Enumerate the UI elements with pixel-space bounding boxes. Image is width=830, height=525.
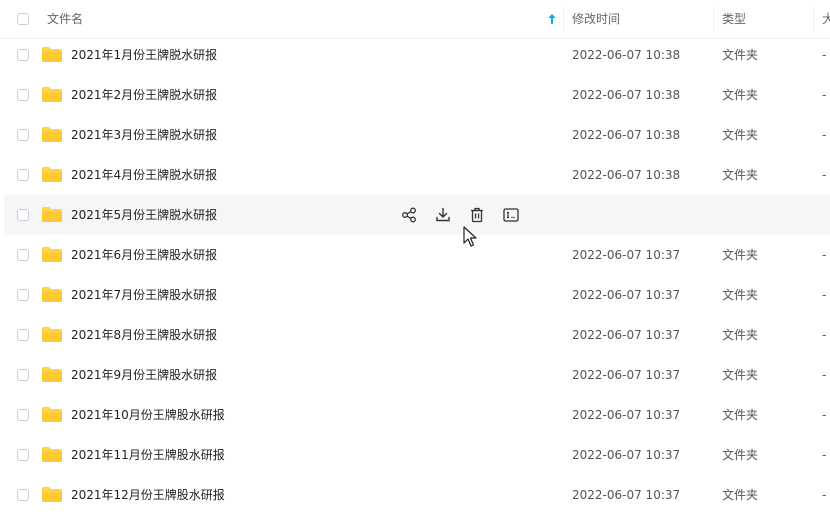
row-checkbox[interactable] [17,449,29,461]
file-size: - [822,168,827,182]
row-checkbox[interactable] [17,169,29,181]
row-checkbox[interactable] [17,89,29,101]
modified-time: 2022-06-07 10:38 [572,128,681,142]
folder-icon [41,286,63,303]
row-checkbox[interactable] [17,209,29,221]
folder-icon [41,406,63,423]
column-name-header[interactable]: 文件名 [47,0,83,38]
modified-time: 2022-06-07 10:38 [572,48,681,62]
file-name[interactable]: 2021年1月份王牌脱水研报 [71,35,217,75]
file-type: 文件夹 [722,288,759,302]
file-type: 文件夹 [722,448,759,462]
folder-icon [41,366,63,383]
table-row[interactable]: 2021年3月份王牌脱水研报 2022-06-07 10:38 文件夹 - [4,115,830,155]
file-name[interactable]: 2021年7月份王牌股水研报 [71,275,217,315]
column-divider[interactable] [563,6,564,32]
file-name[interactable]: 2021年4月份王牌脱水研报 [71,155,217,195]
folder-icon [41,486,63,503]
table-row[interactable]: 2021年12月份王牌股水研报 2022-06-07 10:37 文件夹 - [4,475,830,515]
table-row[interactable]: 2021年4月份王牌脱水研报 2022-06-07 10:38 文件夹 - [4,155,830,195]
file-size: - [822,368,827,382]
file-size: - [822,248,827,262]
column-divider[interactable] [713,6,714,32]
download-icon[interactable] [434,206,452,224]
column-size-header[interactable]: 大 [822,0,830,38]
file-name[interactable]: 2021年11月份王牌股水研报 [71,435,225,475]
folder-icon [41,206,63,223]
file-size: - [822,288,827,302]
file-name[interactable]: 2021年9月份王牌股水研报 [71,355,217,395]
file-type: 文件夹 [722,128,759,142]
row-checkbox[interactable] [17,489,29,501]
table-row[interactable]: 2021年7月份王牌股水研报 2022-06-07 10:37 文件夹 - [4,275,830,315]
row-checkbox[interactable] [17,369,29,381]
folder-icon [41,86,63,103]
file-size: - [822,328,827,342]
modified-time: 2022-06-07 10:38 [572,88,681,102]
folder-icon [41,446,63,463]
file-size: - [822,488,827,502]
modified-time: 2022-06-07 10:38 [572,168,681,182]
file-type: 文件夹 [722,488,759,502]
table-row[interactable]: 2021年1月份王牌脱水研报 2022-06-07 10:38 文件夹 - [4,35,830,75]
file-size: - [822,408,827,422]
file-type: 文件夹 [722,328,759,342]
table-row[interactable]: 2021年11月份王牌股水研报 2022-06-07 10:37 文件夹 - [4,435,830,475]
file-name[interactable]: 2021年8月份王牌股水研报 [71,315,217,355]
modified-time: 2022-06-07 10:37 [572,488,681,502]
modified-time: 2022-06-07 10:37 [572,368,681,382]
table-row[interactable]: 2021年9月份王牌股水研报 2022-06-07 10:37 文件夹 - [4,355,830,395]
file-size: - [822,448,827,462]
row-checkbox[interactable] [17,329,29,341]
modified-time: 2022-06-07 10:37 [572,448,681,462]
file-name[interactable]: 2021年5月份王牌脱水研报 [71,195,217,235]
select-all-checkbox[interactable] [17,13,29,25]
row-checkbox[interactable] [17,49,29,61]
folder-icon [41,326,63,343]
column-time-header[interactable]: 修改时间 [572,0,620,38]
file-size: - [822,48,827,62]
table-row[interactable]: 2021年5月份王牌脱水研报 [4,195,830,235]
share-icon[interactable] [400,206,418,224]
delete-icon[interactable] [468,206,486,224]
table-row[interactable]: 2021年6月份王牌股水研报 2022-06-07 10:37 文件夹 - [4,235,830,275]
file-type: 文件夹 [722,88,759,102]
file-name[interactable]: 2021年12月份王牌股水研报 [71,475,225,515]
table-row[interactable]: 2021年2月份王牌脱水研报 2022-06-07 10:38 文件夹 - [4,75,830,115]
file-name[interactable]: 2021年2月份王牌脱水研报 [71,75,217,115]
folder-icon [41,246,63,263]
file-type: 文件夹 [722,168,759,182]
folder-icon [41,46,63,63]
file-list-header: 文件名 修改时间 类型 大 [0,0,830,39]
column-type-header[interactable]: 类型 [722,0,746,38]
file-name[interactable]: 2021年6月份王牌股水研报 [71,235,217,275]
folder-icon [41,126,63,143]
row-checkbox[interactable] [17,249,29,261]
row-checkbox[interactable] [17,289,29,301]
file-name[interactable]: 2021年3月份王牌脱水研报 [71,115,217,155]
file-type: 文件夹 [722,408,759,422]
sort-ascending-icon[interactable] [547,13,557,25]
column-divider[interactable] [813,6,814,32]
file-type: 文件夹 [722,48,759,62]
file-type: 文件夹 [722,368,759,382]
modified-time: 2022-06-07 10:37 [572,248,681,262]
file-name[interactable]: 2021年10月份王牌股水研报 [71,395,225,435]
file-size: - [822,128,827,142]
table-row[interactable]: 2021年8月份王牌股水研报 2022-06-07 10:37 文件夹 - [4,315,830,355]
folder-icon [41,166,63,183]
modified-time: 2022-06-07 10:37 [572,328,681,342]
row-checkbox[interactable] [17,409,29,421]
file-size: - [822,88,827,102]
table-row[interactable]: 2021年10月份王牌股水研报 2022-06-07 10:37 文件夹 - [4,395,830,435]
modified-time: 2022-06-07 10:37 [572,288,681,302]
row-checkbox[interactable] [17,129,29,141]
modified-time: 2022-06-07 10:37 [572,408,681,422]
rename-icon[interactable] [502,206,520,224]
file-type: 文件夹 [722,248,759,262]
